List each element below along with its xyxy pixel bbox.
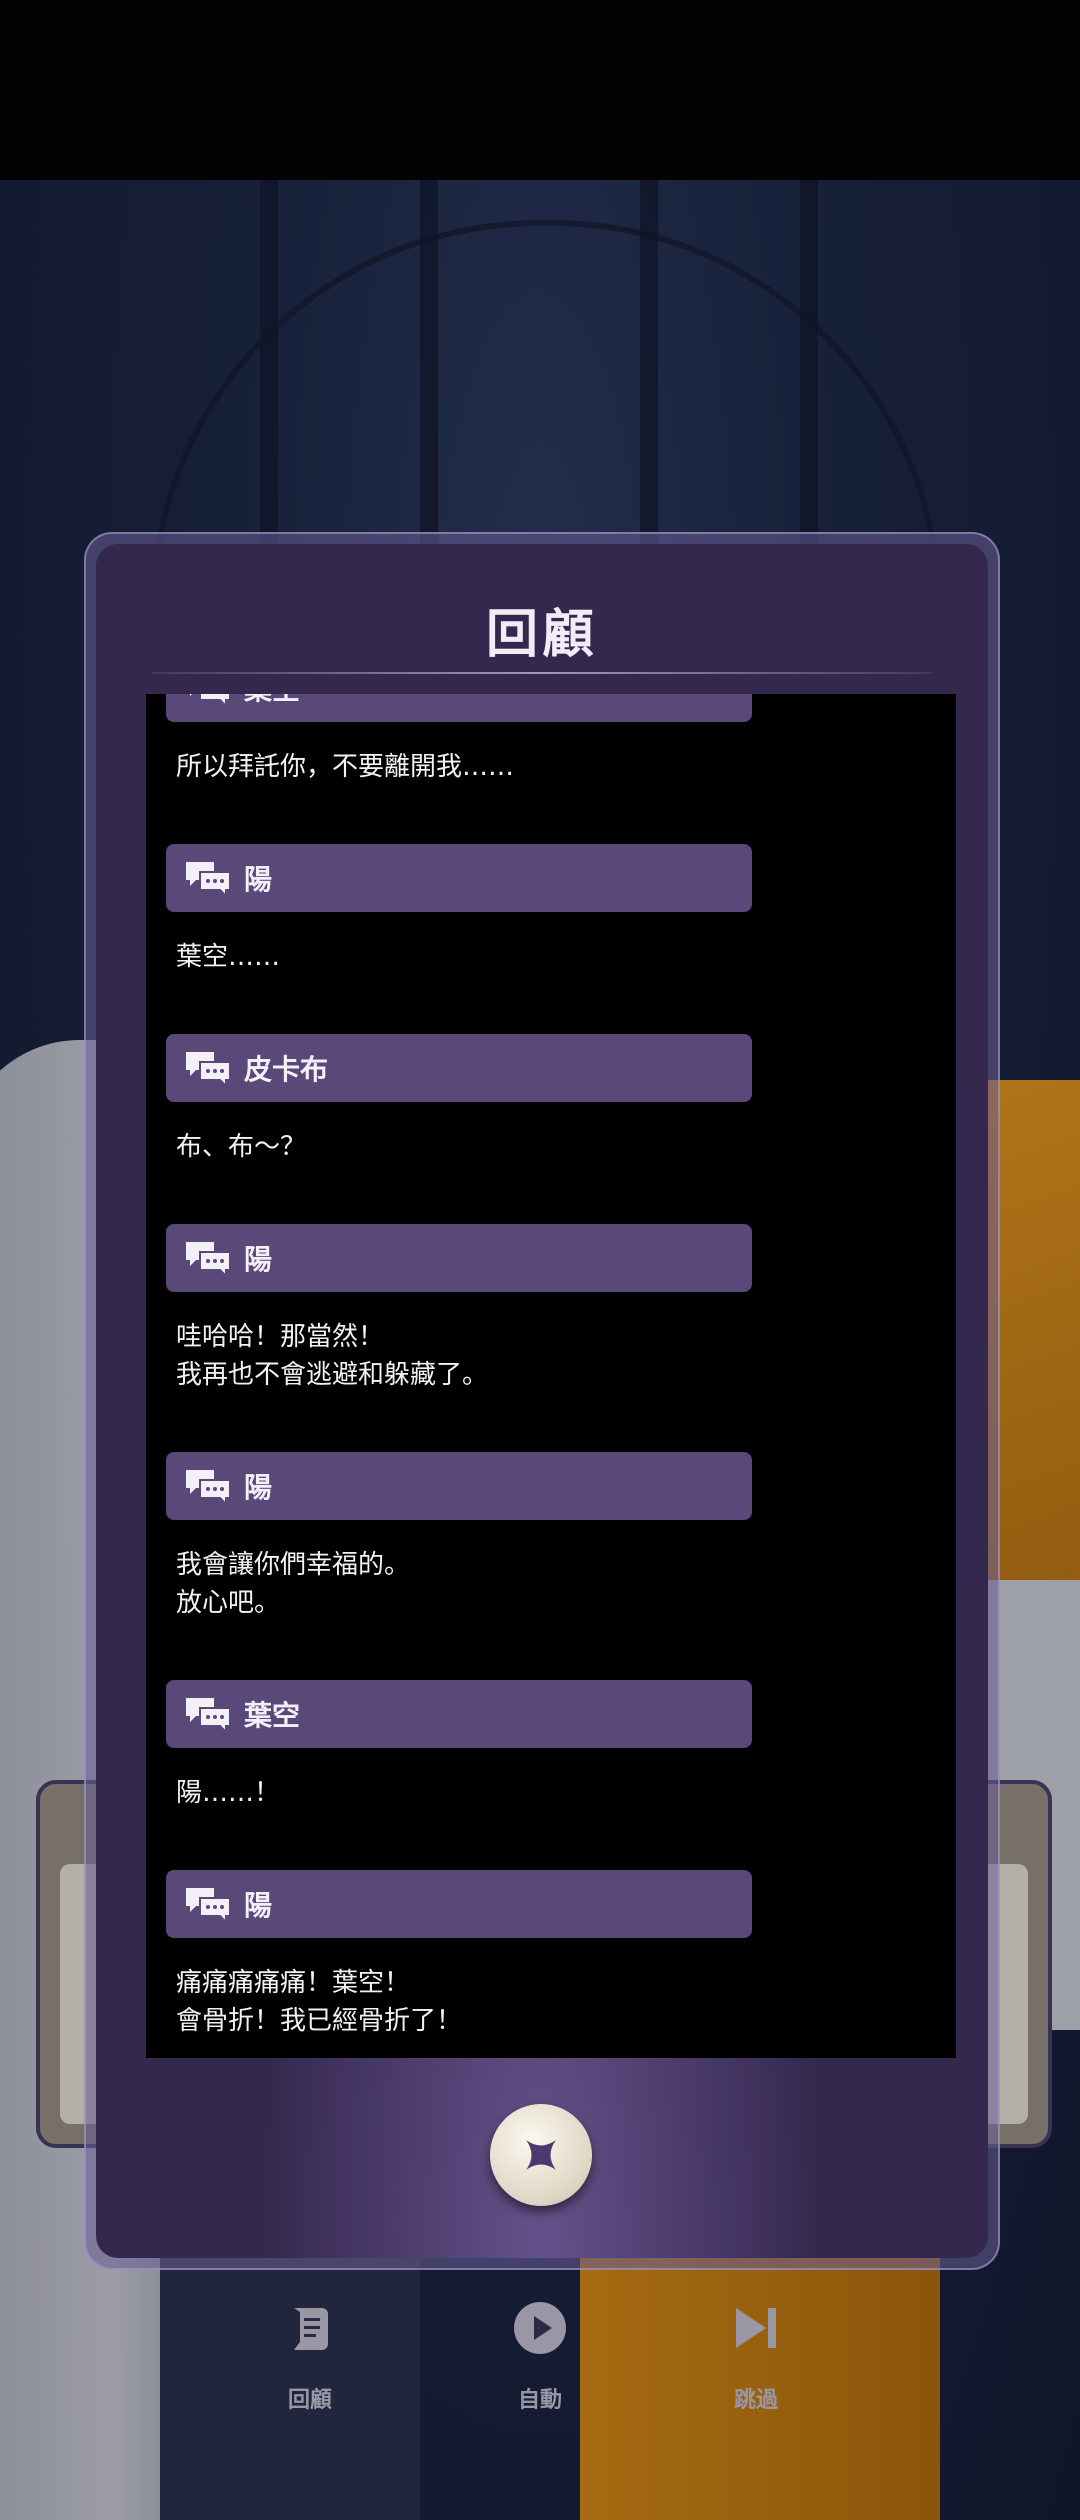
chat-bubbles-icon — [186, 1698, 231, 1732]
speaker-name: 葉空 — [244, 1699, 301, 1732]
title-divider — [152, 672, 932, 674]
dialogue-line: 放心吧。 — [176, 1588, 281, 1618]
chat-bubbles-icon — [186, 1242, 231, 1276]
speaker-bar: 陽 — [166, 1452, 752, 1520]
speaker-name: 陽 — [244, 1889, 273, 1922]
chat-bubbles-icon — [186, 1052, 231, 1086]
dialogue-line: 痛痛痛痛痛！葉空！ — [176, 1968, 411, 1998]
speaker-bar: 陽 — [166, 1224, 752, 1292]
backlog-dialog: 回顧 葉空所以拜託你，不要離開我……陽葉空……皮卡布布、布～？陽哇哈哈！那當然！… — [84, 532, 1000, 2270]
speaker-name: 葉空 — [244, 694, 300, 708]
speaker-name: 陽 — [244, 1243, 273, 1276]
dialogue-line: 我再也不會逃避和躲藏了。 — [176, 1360, 489, 1390]
chat-bubbles-icon — [190, 694, 231, 706]
speaker-bar: 葉空 — [166, 694, 752, 722]
dialog-title: 回顧 — [485, 605, 598, 665]
chat-bubbles-icon — [186, 862, 231, 896]
backlog-list[interactable]: 葉空所以拜託你，不要離開我……陽葉空……皮卡布布、布～？陽哇哈哈！那當然！我再也… — [146, 694, 956, 2058]
dialogue-line: 布、布～？ — [176, 1132, 307, 1162]
close-icon — [526, 2140, 556, 2170]
backlog-dialog-body: 回顧 葉空所以拜託你，不要離開我……陽葉空……皮卡布布、布～？陽哇哈哈！那當然！… — [96, 544, 988, 2258]
speaker-bar: 陽 — [166, 1870, 752, 1938]
dialogue-line: 我會讓你們幸福的。 — [176, 1550, 411, 1580]
speaker-name: 皮卡布 — [244, 1053, 329, 1086]
speaker-bar: 葉空 — [166, 1680, 752, 1748]
chat-bubbles-icon — [186, 1470, 231, 1504]
close-button[interactable] — [490, 2104, 592, 2206]
speaker-name: 陽 — [244, 863, 273, 896]
dialogue-line: 陽……！ — [176, 1778, 281, 1808]
dialogue-line: 葉空…… — [176, 942, 281, 972]
dialogue-line: 哇哈哈！那當然！ — [176, 1322, 385, 1352]
speaker-bar: 皮卡布 — [166, 1034, 752, 1102]
dialogue-line: 所以拜託你，不要離開我…… — [176, 752, 515, 782]
speaker-name: 陽 — [244, 1471, 273, 1504]
chat-bubbles-icon — [186, 1888, 231, 1922]
speaker-bar: 陽 — [166, 844, 752, 912]
dialogue-line: 會骨折！我已經骨折了！ — [176, 2006, 463, 2036]
